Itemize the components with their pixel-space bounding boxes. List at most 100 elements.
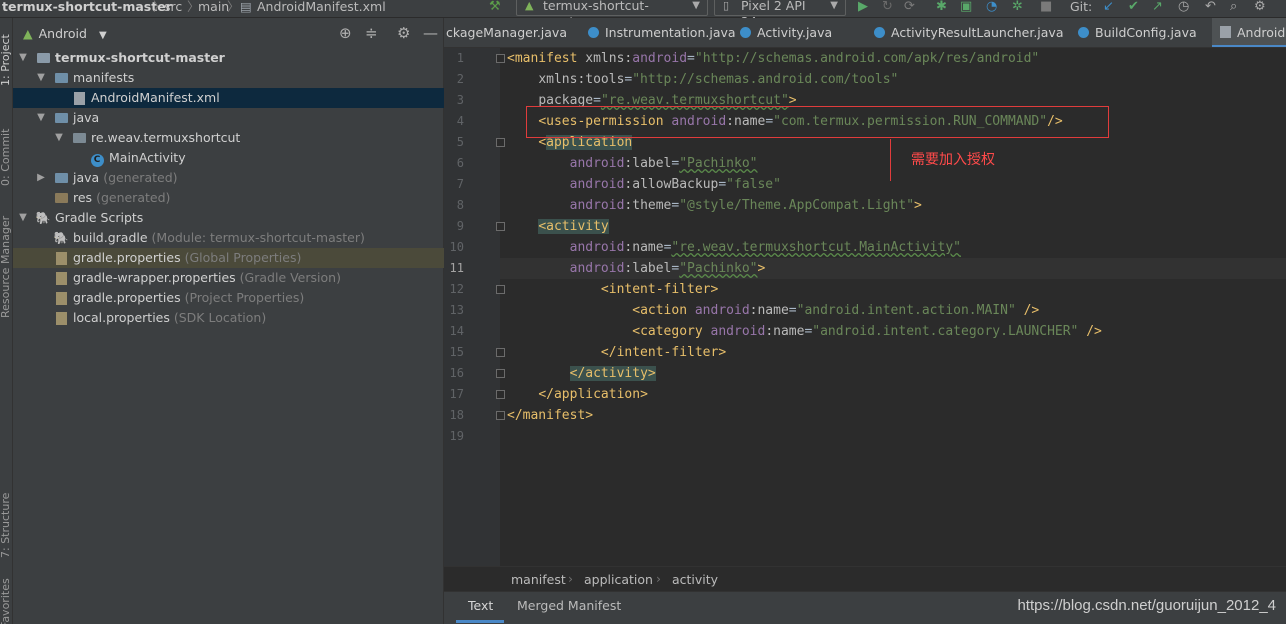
line-number: 11 (449, 261, 464, 275)
tree-item-main-activity[interactable]: C MainActivity (13, 148, 444, 168)
module-folder-icon (35, 48, 51, 69)
git-update-icon[interactable]: ↙ (1103, 0, 1114, 13)
tree-item-label: Gradle Scripts (55, 210, 144, 225)
code-line-17: </application> (538, 387, 648, 402)
run-config-select[interactable]: ▲ termux-shortcut-master ▼ (516, 0, 708, 29)
structure-tool-button[interactable]: 7: Structure (0, 493, 12, 558)
fold-marker-icon[interactable] (496, 222, 505, 231)
tree-item-gradle-scripts[interactable]: ▼ 🐘 Gradle Scripts (13, 208, 444, 228)
fold-marker-icon[interactable] (496, 54, 505, 63)
project-pane: ▲ Android ▼ ⊕ ≑ ⚙ — ▼ termux-shortcut-mas… (13, 18, 444, 624)
breadcrumb-separator: › (568, 571, 573, 586)
fold-marker-icon[interactable] (496, 348, 505, 357)
tree-item-res-generated[interactable]: res (generated) (13, 188, 444, 208)
attach-debugger-icon[interactable]: ✲ (1012, 0, 1023, 13)
tree-item-package[interactable]: ▼ re.weav.termuxshortcut (13, 128, 444, 148)
chevron-down-icon[interactable]: ▼ (35, 68, 47, 88)
project-tool-button[interactable]: 1: Project (0, 34, 12, 86)
project-view-select[interactable]: ▲ Android ▼ (23, 26, 107, 41)
breadcrumb-file[interactable]: AndroidManifest.xml (257, 0, 386, 18)
tab-build-config[interactable]: BuildConfig.java (1078, 18, 1197, 47)
apply-code-changes-icon[interactable]: ⟳ (904, 0, 915, 13)
debug-icon[interactable]: ✱ (936, 0, 947, 13)
git-commit-icon[interactable]: ✔ (1128, 0, 1139, 13)
tree-item-label: manifests (73, 70, 135, 85)
tree-item-build-gradle[interactable]: 🐘 build.gradle (Module: termux-shortcut-… (13, 228, 444, 248)
breadcrumb-project[interactable]: termux-shortcut-master (2, 0, 172, 18)
chevron-down-icon[interactable]: ▼ (17, 208, 29, 228)
tree-item-label: re.weav.termuxshortcut (91, 130, 241, 145)
tab-activity[interactable]: Activity.java (740, 18, 832, 47)
resource-manager-tool-button[interactable]: Resource Manager (0, 216, 12, 318)
fold-marker-icon[interactable] (496, 411, 505, 420)
search-icon[interactable]: ⌕ (1230, 0, 1237, 13)
android-view-icon: ▲ (23, 26, 33, 41)
favorites-tool-button[interactable]: Favorites (0, 578, 12, 624)
tree-item-gradle-properties-project[interactable]: gradle.properties (Project Properties) (13, 288, 444, 308)
tree-item-java-generated[interactable]: ▶ java (generated) (13, 168, 444, 188)
settings-icon[interactable]: ⚙ (1254, 0, 1266, 13)
line-number: 5 (456, 135, 464, 149)
tab-android-manifest[interactable]: Android (1212, 18, 1286, 47)
tab-instrumentation[interactable]: Instrumentation.java (588, 18, 736, 47)
manifest-file-icon (1220, 26, 1231, 38)
generated-folder-icon (53, 168, 69, 189)
tree-item-project-root[interactable]: ▼ termux-shortcut-master (13, 48, 444, 68)
tab-merged-manifest[interactable]: Merged Manifest (517, 598, 621, 613)
tab-activity-result-launcher[interactable]: ActivityResultLauncher.java (874, 18, 1063, 47)
line-number: 6 (456, 156, 464, 170)
tree-item-label: gradle-wrapper.properties (Gradle Versio… (73, 270, 341, 285)
hide-panel-icon[interactable]: — (423, 24, 438, 42)
properties-file-icon (53, 308, 69, 331)
commit-tool-button[interactable]: 0: Commit (0, 129, 12, 186)
apply-changes-icon[interactable]: ↻ (882, 0, 893, 13)
fold-marker-icon[interactable] (496, 138, 505, 147)
fold-marker-icon[interactable] (496, 285, 505, 294)
locate-file-icon[interactable]: ⊕ (339, 24, 352, 42)
tree-item-local-properties[interactable]: local.properties (SDK Location) (13, 308, 444, 328)
hammer-icon[interactable]: ⚒ (489, 0, 501, 13)
breadcrumb-separator: › (656, 571, 661, 586)
line-number: 16 (449, 366, 464, 380)
editor-tab-bar: ckageManager.java Instrumentation.java A… (444, 18, 1286, 48)
chevron-right-icon[interactable]: ▶ (35, 168, 47, 188)
active-tab-indicator (456, 620, 504, 623)
breadcrumb-src[interactable]: src (164, 0, 182, 18)
stop-icon[interactable]: ■ (1040, 0, 1052, 13)
crumb-manifest[interactable]: manifest (511, 572, 566, 587)
code-line-18: </manifest> (507, 408, 594, 423)
tree-item-java[interactable]: ▼ java (13, 108, 444, 128)
tree-item-android-manifest[interactable]: AndroidManifest.xml (13, 88, 444, 108)
code-editor[interactable]: 1 2 3 4 5 6 7 8 9 10 11 12 13 14 15 16 1… (444, 48, 1286, 566)
crumb-application[interactable]: application (584, 572, 653, 587)
device-select[interactable]: ▯ Pixel 2 API 24 ▼ (714, 0, 846, 29)
class-icon (1078, 27, 1089, 38)
chevron-down-icon[interactable]: ▼ (17, 48, 29, 68)
tree-item-manifests[interactable]: ▼ manifests (13, 68, 444, 88)
tree-item-gradle-wrapper-properties[interactable]: gradle-wrapper.properties (Gradle Versio… (13, 268, 444, 288)
rollback-icon[interactable]: ↶ (1205, 0, 1216, 13)
breadcrumb-main[interactable]: main (198, 0, 229, 18)
code-line-11: android:label="Pachinko"> (569, 261, 766, 276)
history-icon[interactable]: ◷ (1178, 0, 1189, 13)
chevron-down-icon[interactable]: ▼ (35, 108, 47, 128)
tree-item-gradle-properties-global[interactable]: gradle.properties (Global Properties) (13, 248, 444, 268)
git-push-icon[interactable]: ↗ (1152, 0, 1163, 13)
profiler-icon[interactable]: ◔ (986, 0, 997, 13)
tab-package-manager[interactable]: ckageManager.java (446, 18, 567, 47)
project-view-label: Android (38, 26, 87, 41)
code-line-14: <category android:name="android.intent.c… (632, 324, 1102, 339)
code-line-6: android:label="Pachinko" (569, 156, 758, 171)
fold-marker-icon[interactable] (496, 390, 505, 399)
coverage-icon[interactable]: ▣ (960, 0, 972, 13)
watermark: https://blog.csdn.net/guoruijun_2012_4 (1017, 597, 1276, 614)
crumb-activity[interactable]: activity (672, 572, 718, 587)
project-pane-header: ▲ Android ▼ ⊕ ≑ ⚙ — (13, 18, 444, 48)
gear-icon[interactable]: ⚙ (397, 24, 410, 42)
collapse-all-icon[interactable]: ≑ (365, 24, 378, 42)
run-icon[interactable]: ▶ (858, 0, 868, 13)
chevron-down-icon[interactable]: ▼ (53, 128, 65, 148)
fold-marker-icon[interactable] (496, 369, 505, 378)
tab-text[interactable]: Text (468, 598, 493, 613)
line-number: 2 (456, 72, 464, 86)
